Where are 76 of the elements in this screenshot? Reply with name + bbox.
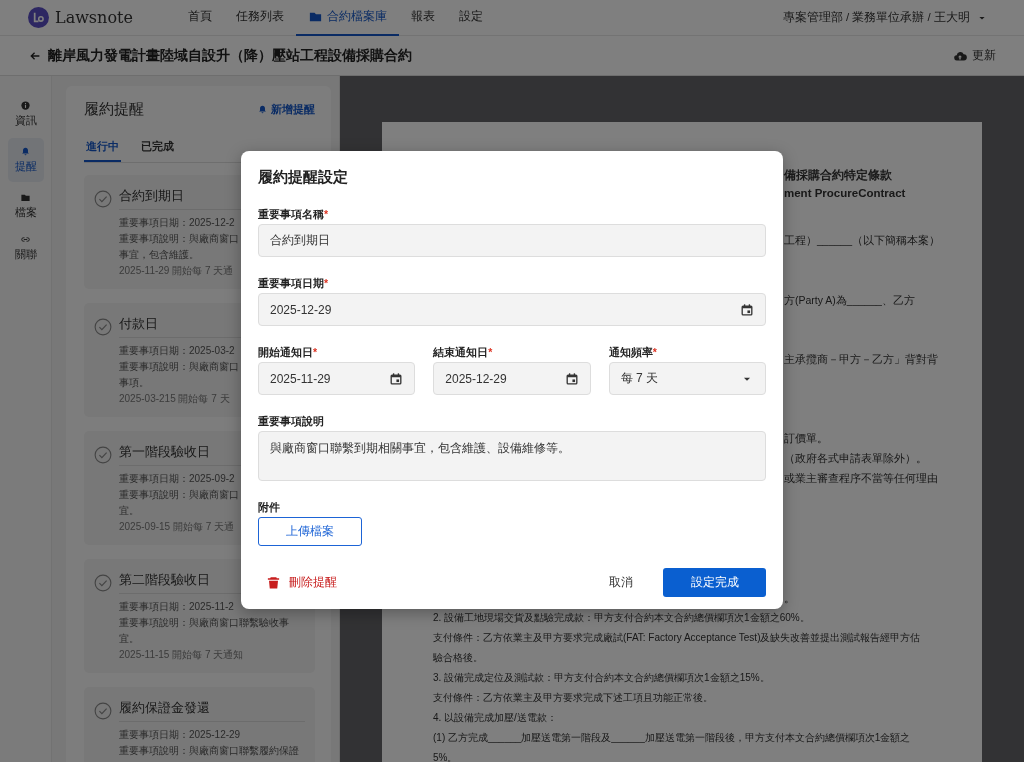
reminder-text: 重要事項日期：2025-12-2 bbox=[119, 216, 235, 230]
logo-icon bbox=[28, 7, 49, 28]
update-button[interactable]: 更新 bbox=[953, 47, 996, 64]
info-icon bbox=[20, 100, 31, 111]
document-text: 訂價單。 bbox=[784, 431, 829, 446]
reminder-text: 宜。 bbox=[119, 504, 139, 518]
field-label: 結束通知日* bbox=[433, 345, 494, 359]
date-field[interactable]: 2025-12-29 bbox=[258, 293, 766, 326]
document-title: 離岸風力發電計畫陸域自設升（降）壓站工程設備採購合約 bbox=[48, 46, 412, 65]
document-text: 或業主審查程序不當等任何理由 bbox=[784, 471, 939, 486]
check-circle-icon bbox=[94, 445, 112, 464]
reminder-text: 重要事項說明：與廠商窗口聯繫驗收事 bbox=[119, 616, 289, 630]
bell-icon bbox=[257, 104, 268, 115]
text-area[interactable]: 與廠商窗口聯繫到期相關事宜，包含維護、設備維修等。 bbox=[258, 431, 766, 481]
reminder-text: 重要事項說明：與廠商窗口 bbox=[119, 360, 239, 374]
document-text: 4. 以設備完成加壓/送電款： bbox=[433, 711, 558, 725]
tab[interactable]: 進行中 bbox=[84, 135, 121, 162]
reminder-text: 宜。 bbox=[119, 632, 139, 646]
reminder-card[interactable]: 履約保證金發還 重要事項日期：2025-12-29 重要事項說明：與廠商窗口聯繫履約保證 bbox=[84, 687, 315, 762]
document-text: 3. 設備完成定位及測試款：甲方支付合約本文合約總價欄項次1金額之15%。 bbox=[433, 671, 771, 685]
document-text: 5%。 bbox=[433, 751, 459, 762]
trash-icon bbox=[266, 575, 281, 590]
calendar-icon bbox=[740, 302, 754, 317]
document-text: 支付條件：乙方依業主及甲方要求完成下述工項且功能正常後。 bbox=[433, 691, 714, 705]
add-reminder-button[interactable]: 新增提醒 bbox=[257, 102, 315, 117]
date-field[interactable]: 2025-11-29 bbox=[258, 362, 416, 395]
rail-item[interactable]: 提醒 bbox=[7, 138, 44, 182]
nav-tab[interactable]: 首頁 bbox=[176, 0, 224, 36]
reminder-text: 事項。 bbox=[119, 376, 149, 390]
select-field[interactable]: 每 7 天 bbox=[608, 362, 766, 395]
document-heading: 備採購合約特定條款 bbox=[784, 167, 893, 183]
reminder-text: 重要事項說明：與廠商窗口 bbox=[119, 232, 239, 246]
document-text: （政府各式申請表單除外）。 bbox=[784, 451, 928, 466]
document-text: 2. 設備工地現場交貨及點驗完成款：甲方支付合約本文合約總價欄項次1金額之60%。 bbox=[433, 611, 811, 625]
link-icon bbox=[20, 234, 31, 245]
check-circle-icon bbox=[94, 317, 112, 336]
reminder-text: 事宜，包含維護。 bbox=[119, 248, 199, 262]
panel-title: 履約提醒 bbox=[84, 100, 144, 119]
reminder-text: 重要事項說明：與廠商窗口聯繫履約保證 bbox=[119, 744, 299, 758]
confirm-button[interactable]: 設定完成 bbox=[663, 568, 766, 597]
document-heading: ment ProcureContract bbox=[784, 186, 907, 201]
check-circle-icon bbox=[94, 573, 112, 592]
cancel-button[interactable]: 取消 bbox=[595, 568, 647, 597]
document-text: 。 bbox=[784, 591, 796, 606]
nav-tab[interactable]: 設定 bbox=[447, 0, 495, 36]
date-field[interactable]: 2025-12-29 bbox=[433, 362, 591, 395]
document-text: 方(Party A)為______、乙方 bbox=[784, 293, 916, 308]
rail-item[interactable]: 關聯 bbox=[7, 230, 44, 266]
nav-tab[interactable]: 任務列表 bbox=[224, 0, 296, 36]
input-field[interactable]: 合約到期日 bbox=[258, 224, 766, 257]
rail-item[interactable]: 檔案 bbox=[7, 188, 44, 224]
nav-tab[interactable]: 報表 bbox=[399, 0, 447, 36]
reminder-text: 重要事項日期：2025-11-2 bbox=[119, 600, 234, 614]
document-text: 驗合格後。 bbox=[433, 651, 484, 665]
document-text: 支付條件：乙方依業主及甲方要求完成廠試(FAT: Factory Acceptance Test)及缺失改善並提出測試報告經甲方估 bbox=[433, 631, 922, 645]
reminder-text: 重要事項日期：2025-09-2 bbox=[119, 472, 235, 486]
field-label: 重要事項說明 bbox=[258, 414, 325, 428]
calendar-icon bbox=[564, 371, 579, 386]
field-label: 通知頻率* bbox=[608, 345, 658, 359]
reminder-text: 重要事項說明：與廠商窗口 bbox=[119, 488, 239, 502]
calendar-icon bbox=[389, 371, 404, 386]
check-circle-icon bbox=[94, 701, 112, 720]
field-label: 附件 bbox=[258, 500, 281, 514]
reminder-title: 履約保證金發還 bbox=[119, 699, 305, 722]
upload-button[interactable]: 上傳檔案 bbox=[258, 517, 362, 546]
reminder-text: 重要事項日期：2025-12-29 bbox=[119, 728, 241, 742]
rail-item[interactable]: 資訊 bbox=[7, 96, 44, 132]
tab[interactable]: 已完成 bbox=[139, 135, 176, 162]
bell-icon bbox=[20, 146, 31, 157]
folder-icon bbox=[20, 192, 31, 203]
document-text: 主承攬商－甲方－乙方」背對背 bbox=[784, 352, 939, 367]
check-circle-icon bbox=[94, 189, 112, 208]
document-text: 工程）______（以下簡稱本案） bbox=[784, 233, 942, 248]
logo-text: Lawsnote bbox=[55, 8, 133, 27]
user-menu[interactable]: 專案管理部 / 業務單位承辦 / 王大明 bbox=[782, 10, 988, 25]
reminder-text: 重要事項日期：2025-03-2 bbox=[119, 344, 235, 358]
